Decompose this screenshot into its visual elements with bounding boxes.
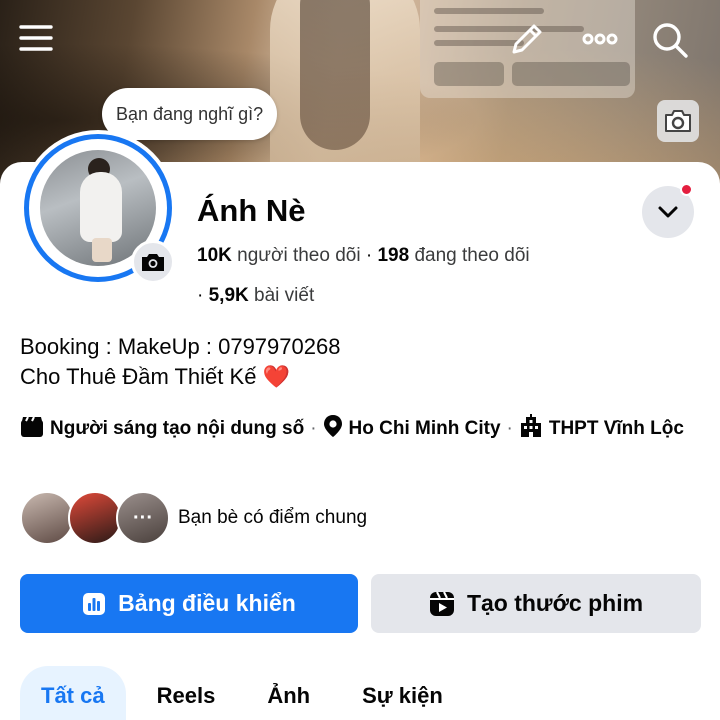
profile-tabs: Tất cả Reels Ảnh Sự kiện (20, 666, 474, 720)
status-prompt-bubble[interactable]: Bạn đang nghĩ gì? (102, 88, 278, 140)
more-dots-icon[interactable] (578, 22, 622, 56)
mutual-friend-avatar[interactable] (68, 491, 122, 545)
more-glyph: ··· (133, 506, 153, 529)
following-count[interactable]: 198 (377, 245, 409, 266)
heart-emoji: ❤️ (262, 364, 290, 389)
detail-separator: · (310, 418, 317, 439)
school-text[interactable]: THPT Vĩnh Lộc (549, 418, 684, 439)
followers-count[interactable]: 10K (197, 245, 232, 266)
notification-dot (680, 183, 693, 196)
tab-reels[interactable]: Reels (136, 666, 237, 720)
search-icon[interactable] (648, 18, 692, 62)
bio: Booking : MakeUp : 0797970268 Cho Thuê Đ… (20, 332, 340, 392)
pencil-icon[interactable] (506, 18, 548, 60)
follow-stats: 10K người theo dõi · 198 đang theo dõi (197, 245, 530, 267)
reel-icon (429, 591, 455, 617)
bio-line-2-wrap: Cho Thuê Đầm Thiết Kế ❤️ (20, 362, 340, 392)
school-building-icon (519, 414, 543, 447)
clapperboard-icon (20, 416, 44, 447)
category-text: Người sáng tạo nội dung số (50, 418, 305, 439)
tab-photos[interactable]: Ảnh (246, 666, 331, 720)
dashboard-button[interactable]: Bảng điều khiển (20, 574, 358, 633)
profile-details: Người sáng tạo nội dung số · Ho Chi Minh C… (20, 414, 700, 447)
mutual-friends-more[interactable]: ··· (116, 491, 170, 545)
mutual-friend-avatar[interactable] (20, 491, 74, 545)
followers-label[interactable]: người theo dõi (237, 245, 360, 266)
create-reel-button[interactable]: Tạo thước phim (371, 574, 701, 633)
chevron-down-icon (657, 205, 679, 219)
mutual-friends[interactable]: ··· Bạn bè có điểm chung (20, 491, 367, 545)
cover-person-hair (300, 0, 370, 150)
post-stats: · 5,9K bài viết (197, 285, 314, 307)
bar-chart-icon (82, 592, 106, 616)
tab-events[interactable]: Sự kiện (341, 666, 464, 720)
profile-name: Ánh Nè (197, 193, 306, 228)
bio-line-2: Cho Thuê Đầm Thiết Kế (20, 364, 257, 389)
location-text[interactable]: Ho Chi Minh City (349, 418, 501, 439)
posts-count: 5,9K (208, 285, 249, 306)
edit-avatar-camera-icon[interactable] (131, 240, 175, 284)
posts-label: bài viết (254, 285, 315, 306)
tab-all[interactable]: Tất cả (20, 666, 126, 720)
mutual-friends-label[interactable]: Bạn bè có điểm chung (178, 507, 367, 529)
following-label[interactable]: đang theo dõi (414, 245, 529, 266)
stats-separator: · (365, 245, 373, 266)
create-reel-label: Tạo thước phim (466, 590, 644, 616)
location-pin-icon (323, 414, 343, 447)
stats-separator: · (197, 285, 204, 306)
status-prompt-text: Bạn đang nghĩ gì? (116, 103, 264, 124)
detail-separator: · (506, 418, 513, 439)
menu-icon[interactable] (16, 20, 56, 56)
edit-cover-camera-icon[interactable] (657, 100, 699, 142)
bio-line-1: Booking : MakeUp : 0797970268 (20, 334, 341, 359)
dashboard-label: Bảng điều khiển (118, 590, 296, 616)
